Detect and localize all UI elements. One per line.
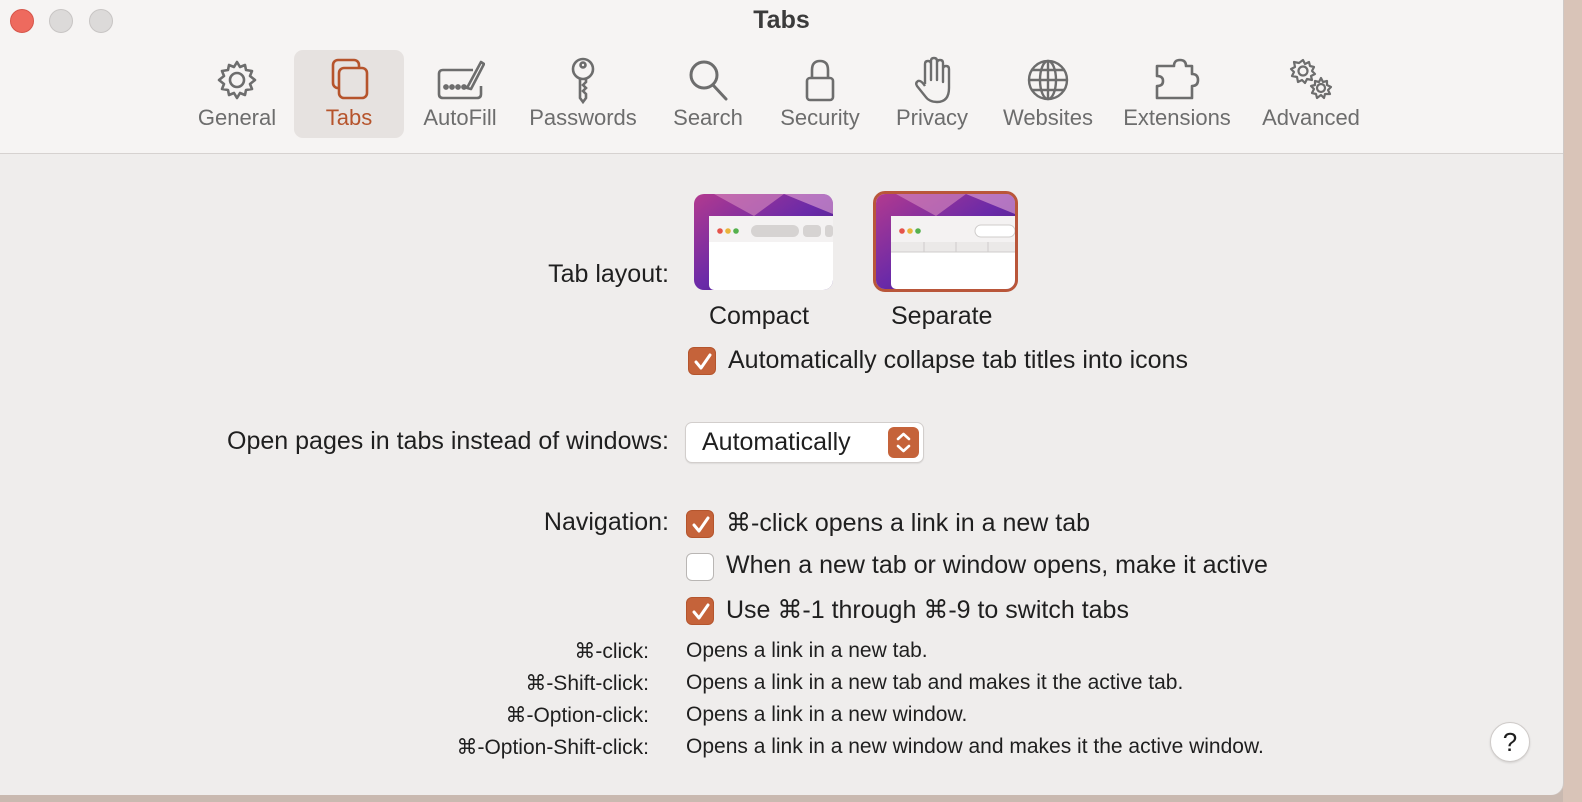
tab-label: General xyxy=(197,105,277,130)
shortcut-key: ⌘-Shift-click: xyxy=(525,672,649,695)
tab-label: AutoFill xyxy=(423,105,497,130)
tab-search[interactable]: Search xyxy=(660,50,756,138)
gear-icon xyxy=(212,56,262,104)
tab-advanced[interactable]: Advanced xyxy=(1252,50,1370,138)
separate-layout-thumbnail[interactable] xyxy=(876,194,1015,289)
tab-label: Websites xyxy=(1002,105,1094,130)
separate-layout-label[interactable]: Separate xyxy=(891,302,992,331)
tab-label: Tabs xyxy=(325,105,373,130)
compact-layout-label[interactable]: Compact xyxy=(709,302,809,331)
tab-label: Search xyxy=(673,105,743,130)
collapse-tab-titles-label[interactable]: Automatically collapse tab titles into i… xyxy=(728,346,1188,375)
popup-stepper-icon xyxy=(888,427,919,458)
open-pages-popup[interactable]: Automatically xyxy=(685,422,924,463)
checkmark-icon xyxy=(694,353,712,370)
shortcut-key: ⌘-Option-Shift-click: xyxy=(456,736,649,759)
shortcut-description: Opens a link in a new tab and makes it t… xyxy=(686,671,1184,694)
cmd-click-new-tab-checkbox[interactable] xyxy=(686,510,714,538)
tab-autofill[interactable]: AutoFill xyxy=(410,50,510,138)
switch-tabs-shortcut-label[interactable]: Use ⌘-1 through ⌘-9 to switch tabs xyxy=(726,595,1129,625)
tab-extensions[interactable]: Extensions xyxy=(1115,50,1239,138)
gears-icon xyxy=(1286,56,1336,104)
collapse-tab-titles-checkbox[interactable] xyxy=(688,347,716,375)
key-icon xyxy=(558,56,608,105)
open-pages-label: Open pages in tabs instead of windows: xyxy=(227,427,669,455)
tab-label: Advanced xyxy=(1262,105,1360,130)
shortcut-description: Opens a link in a new window and makes i… xyxy=(686,735,1264,758)
lock-icon xyxy=(795,56,845,104)
tabs-icon xyxy=(324,56,374,104)
compact-layout-thumbnail[interactable] xyxy=(694,194,833,290)
desktop-background xyxy=(1563,0,1582,802)
tab-layout-label: Tab layout: xyxy=(548,260,669,288)
tab-label: Security xyxy=(780,105,860,130)
globe-icon xyxy=(1023,56,1073,104)
tab-label: Passwords xyxy=(529,105,637,130)
checkmark-icon xyxy=(692,603,710,620)
shortcut-key: ⌘-Option-click: xyxy=(505,704,649,727)
magnifier-icon xyxy=(683,56,733,104)
tab-privacy[interactable]: Privacy xyxy=(884,50,980,138)
shortcut-key: ⌘-click: xyxy=(574,640,649,663)
settings-window: Tabs General Tabs AutoFill Passwords Sea… xyxy=(0,0,1563,795)
hand-icon xyxy=(907,56,957,104)
puzzle-icon xyxy=(1152,56,1202,104)
tab-label: Privacy xyxy=(895,105,969,130)
shortcut-description: Opens a link in a new window. xyxy=(686,703,968,726)
make-active-checkbox[interactable] xyxy=(686,553,714,581)
help-button[interactable]: ? xyxy=(1490,722,1530,762)
tab-security[interactable]: Security xyxy=(770,50,870,138)
make-active-label[interactable]: When a new tab or window opens, make it … xyxy=(726,551,1268,580)
tab-general[interactable]: General xyxy=(185,50,289,138)
window-title: Tabs xyxy=(753,6,810,34)
open-pages-value: Automatically xyxy=(702,428,851,456)
tab-tabs[interactable]: Tabs xyxy=(294,50,404,138)
tab-passwords[interactable]: Passwords xyxy=(518,50,648,138)
navigation-label: Navigation: xyxy=(543,508,669,536)
checkmark-icon xyxy=(692,516,710,533)
switch-tabs-shortcut-checkbox[interactable] xyxy=(686,597,714,625)
toolbar: Tabs General Tabs AutoFill Passwords Sea… xyxy=(0,0,1563,154)
tab-label: Extensions xyxy=(1123,105,1231,130)
autofill-icon xyxy=(435,56,486,104)
cmd-click-new-tab-label[interactable]: ⌘-click opens a link in a new tab xyxy=(726,508,1090,538)
tab-websites[interactable]: Websites xyxy=(996,50,1100,138)
shortcut-description: Opens a link in a new tab. xyxy=(686,639,928,662)
